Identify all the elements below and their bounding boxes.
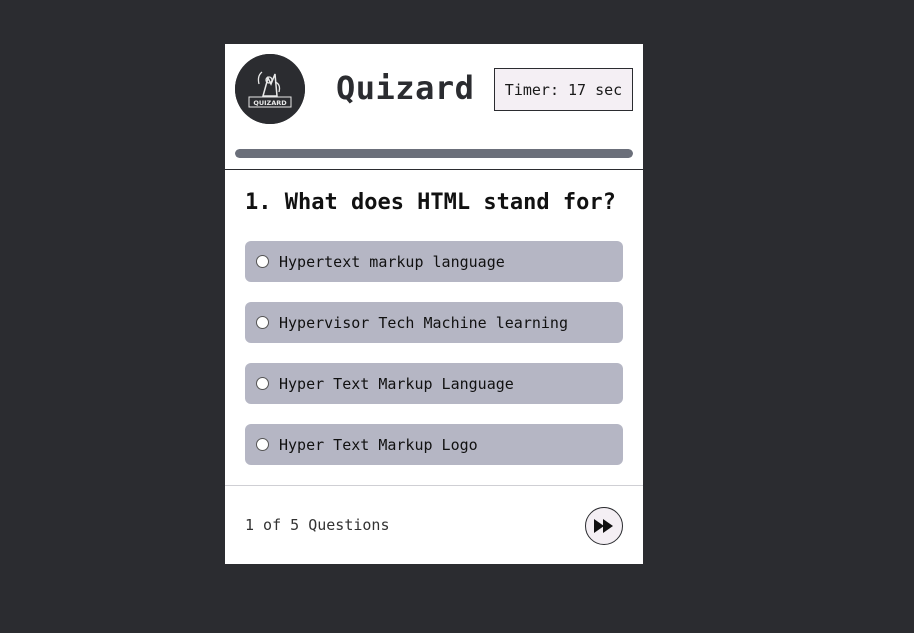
option-label: Hypervisor Tech Machine learning: [279, 313, 568, 332]
radio-button[interactable]: [256, 316, 269, 329]
app-title: Quizard: [336, 69, 475, 107]
answer-option[interactable]: Hypervisor Tech Machine learning: [245, 302, 623, 343]
answer-option[interactable]: Hypertext markup language: [245, 241, 623, 282]
quizard-logo: QUIZARD: [235, 54, 305, 124]
quiz-header: QUIZARD Quizard Timer: 17 sec: [225, 44, 643, 170]
answer-option[interactable]: Hyper Text Markup Language: [245, 363, 623, 404]
option-label: Hyper Text Markup Logo: [279, 435, 478, 454]
fast-forward-icon: [594, 519, 613, 533]
timer-display: Timer: 17 sec: [494, 68, 633, 111]
option-label: Hyper Text Markup Language: [279, 374, 514, 393]
quiz-card: QUIZARD Quizard Timer: 17 sec 1. What do…: [225, 44, 643, 564]
radio-button[interactable]: [256, 377, 269, 390]
progress-bar: [235, 149, 633, 158]
quiz-footer: 1 of 5 Questions: [225, 485, 643, 565]
radio-button[interactable]: [256, 255, 269, 268]
question-text: 1. What does HTML stand for?: [245, 190, 616, 215]
answer-options: Hypertext markup language Hypervisor Tec…: [245, 241, 623, 485]
progress-fill: [235, 149, 633, 158]
option-label: Hypertext markup language: [279, 252, 505, 271]
radio-button[interactable]: [256, 438, 269, 451]
next-question-button[interactable]: [585, 507, 623, 545]
question-counter: 1 of 5 Questions: [245, 516, 390, 534]
answer-option[interactable]: Hyper Text Markup Logo: [245, 424, 623, 465]
logo-text: QUIZARD: [253, 99, 287, 107]
wizard-logo-icon: QUIZARD: [235, 54, 305, 124]
